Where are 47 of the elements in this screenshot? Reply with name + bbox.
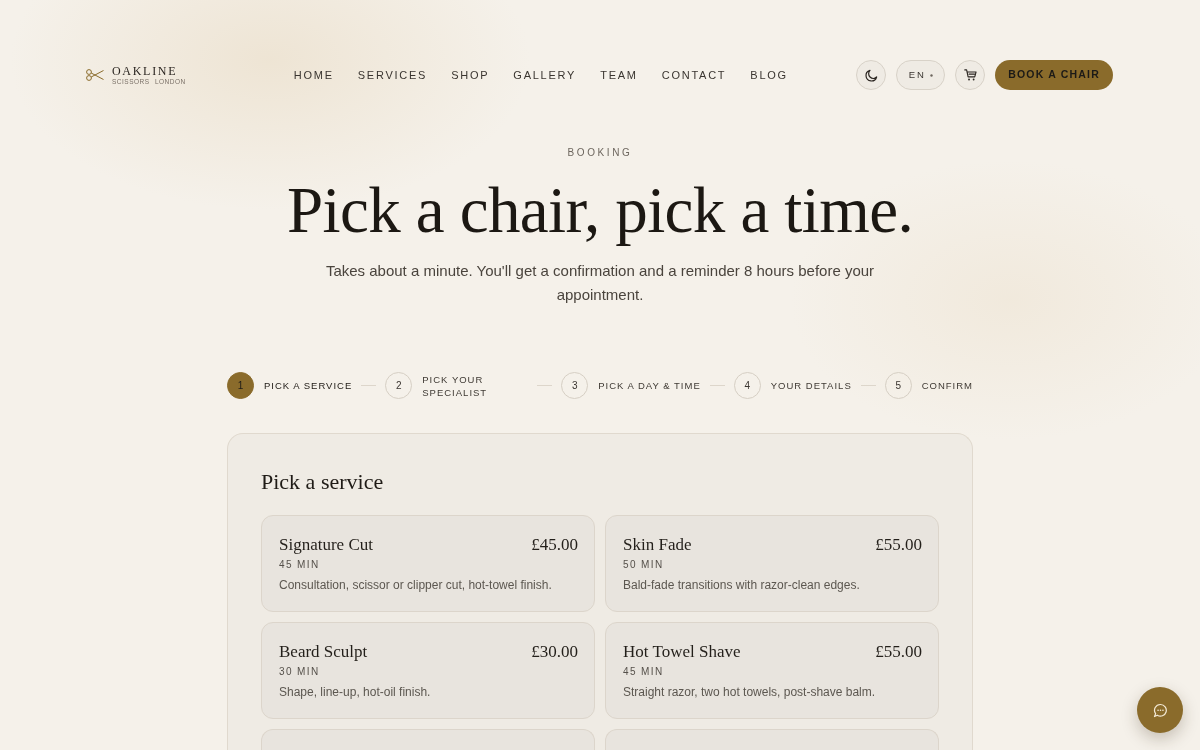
dot-icon — [929, 73, 933, 77]
cart-icon — [963, 69, 977, 81]
service-card[interactable]: Beard Sculpt £30.00 30 MIN Shape, line-up, hot-oil finish. — [261, 622, 595, 719]
service-price: £55.00 — [875, 642, 922, 662]
chat-icon — [1152, 702, 1168, 718]
nav-link[interactable]: HOME — [293, 68, 334, 82]
nav-link[interactable]: SHOP — [451, 68, 490, 82]
service-duration: 45 MIN — [623, 665, 665, 678]
step-label: YOUR DETAILS — [770, 379, 852, 392]
scissors-icon — [86, 69, 104, 81]
cart-button[interactable] — [955, 60, 986, 90]
brand-name[interactable]: OAKLINE — [112, 64, 186, 78]
service-name: Signature Cut — [279, 535, 373, 555]
page-subtitle: Takes about a minute. You'll get a confirmation and a reminder 8 hours before your appointment. — [324, 261, 876, 305]
service-name: Beard Sculpt — [279, 642, 368, 662]
step-label: CONFIRM — [921, 379, 973, 392]
service-description: Straight razor, two hot towels, post-shave balm. — [623, 684, 877, 700]
step-label: PICK A SERVICE — [264, 379, 353, 392]
step-number: 1 — [227, 372, 254, 399]
panel-title: Pick a service — [261, 468, 385, 496]
eyebrow-label: BOOKING — [566, 146, 634, 160]
service-card[interactable]: Signature Cut £45.00 45 MIN Consultation, scissor or clipper cut, hot-towel finish. — [261, 515, 595, 612]
moon-icon — [864, 68, 878, 82]
service-name: Hot Towel Shave — [623, 642, 741, 662]
service-duration: 45 MIN — [279, 558, 321, 571]
service-card[interactable]: Skin Fade £55.00 50 MIN Bald-fade transitions with razor-clean edges. — [605, 515, 939, 612]
service-price: £55.00 — [875, 535, 922, 555]
theme-toggle-button[interactable] — [856, 60, 887, 90]
step-label: PICK A DAY & TIME — [598, 379, 701, 392]
service-description: Bald-fade transitions with razor-clean edges. — [623, 577, 861, 593]
nav-link[interactable]: CONTACT — [661, 68, 727, 82]
service-description: Shape, line-up, hot-oil finish. — [279, 684, 432, 700]
page-heading: Pick a chair, pick a time. — [285, 175, 915, 245]
chat-button[interactable] — [1137, 687, 1183, 733]
nav-link[interactable]: GALLERY — [513, 68, 577, 82]
language-button[interactable]: EN — [896, 60, 946, 90]
service-duration: 50 MIN — [623, 558, 665, 571]
service-description: Consultation, scissor or clipper cut, hot-towel finish. — [279, 577, 553, 593]
service-name: Skin Fade — [623, 535, 692, 555]
service-price: £30.00 — [531, 642, 578, 662]
service-price: £45.00 — [531, 535, 578, 555]
nav-link[interactable]: TEAM — [600, 68, 638, 82]
nav-link[interactable]: BLOG — [750, 68, 788, 82]
service-card[interactable]: Hot Towel Shave £55.00 45 MIN Straight razor, two hot towels, post-shave balm. — [605, 622, 939, 719]
service-duration: 30 MIN — [279, 665, 321, 678]
nav-link[interactable]: SERVICES — [357, 68, 428, 82]
step-label: PICK YOUR SPECIALIST — [422, 372, 489, 399]
